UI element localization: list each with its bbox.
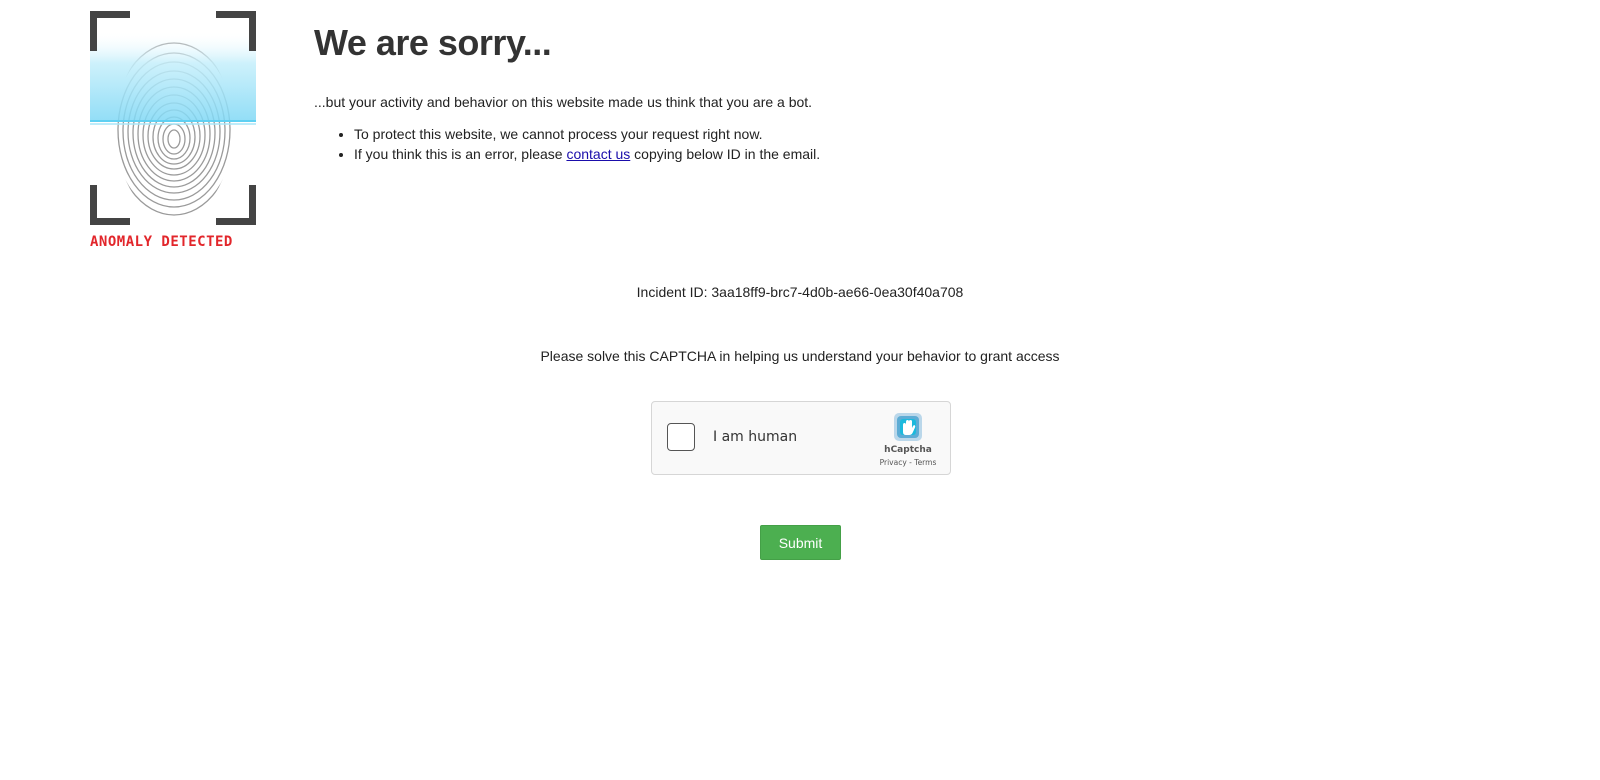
page: ANOMALY DETECTED We are sorry... ...but …	[0, 0, 1600, 780]
anomaly-caption: ANOMALY DETECTED	[90, 234, 233, 250]
captcha-prompt: Please solve this CAPTCHA in helping us …	[540, 348, 1060, 364]
fingerprint-scan-icon	[90, 11, 256, 225]
contact-us-link[interactable]: contact us	[566, 146, 630, 162]
hcaptcha-widget: I am human hCaptcha Privacy - Terms	[651, 401, 951, 475]
captcha-links: Privacy - Terms	[876, 458, 940, 467]
captcha-label: I am human	[713, 429, 798, 445]
list-item-text: To protect this website, we cannot proce…	[354, 126, 763, 142]
privacy-link[interactable]: Privacy	[880, 458, 907, 467]
hcaptcha-logo-icon[interactable]	[891, 410, 925, 444]
list-item-text: copying below ID in the email.	[630, 146, 821, 162]
intro-text: ...but your activity and behavior on thi…	[314, 94, 813, 110]
reason-list: To protect this website, we cannot proce…	[314, 124, 1214, 164]
submit-button[interactable]: Submit	[760, 525, 841, 560]
anomaly-logo: ANOMALY DETECTED	[90, 11, 262, 256]
hcaptcha-brand-name: hCaptcha	[884, 445, 932, 455]
list-item-text: If you think this is an error, please	[354, 146, 567, 162]
list-item: To protect this website, we cannot proce…	[354, 124, 1214, 144]
page-title: We are sorry...	[314, 22, 552, 63]
captcha-branding: hCaptcha Privacy - Terms	[876, 410, 940, 467]
incident-id: Incident ID: 3aa18ff9-brc7-4d0b-ae66-0ea…	[636, 284, 964, 300]
captcha-checkbox[interactable]	[667, 423, 695, 451]
list-item: If you think this is an error, please co…	[354, 144, 1214, 164]
terms-link[interactable]: Terms	[914, 458, 936, 467]
message-block: We are sorry... ...but your activity and…	[314, 22, 1214, 164]
